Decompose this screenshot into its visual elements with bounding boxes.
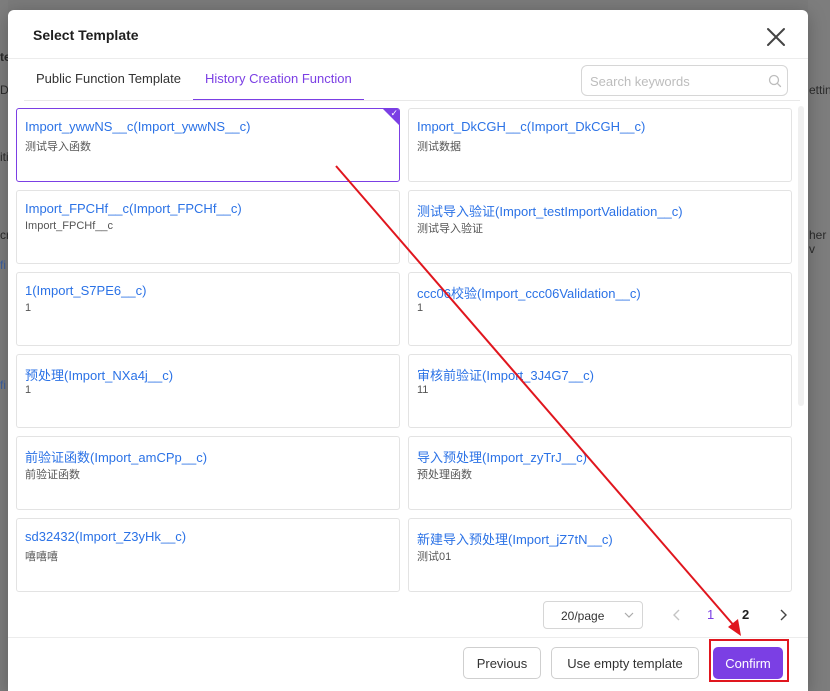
template-card-name: sd32432(Import_Z3yHk__c) <box>25 529 187 544</box>
template-card-desc: 11 <box>417 384 429 396</box>
template-card-desc: Import_FPCHf__c <box>25 220 114 232</box>
template-card-name: 预处理(Import_NXa4j__c) <box>25 368 174 383</box>
template-card-desc: 前验证函数 <box>25 469 80 481</box>
template-card-desc: 预处理函数 <box>417 469 472 481</box>
template-card-name: Import_ywwNS__c(Import_ywwNS__c) <box>25 119 251 134</box>
template-card-desc: 测试数据 <box>417 141 461 153</box>
template-card-name: 新建导入预处理(Import_jZ7tN__c) <box>417 532 613 547</box>
template-card[interactable]: 前验证函数(Import_amCPp__c) 前验证函数 <box>16 436 400 510</box>
template-card-name: 导入预处理(Import_zyTrJ__c) <box>417 450 587 465</box>
page-number-2[interactable]: 2 <box>742 607 749 622</box>
template-card-desc: 1 <box>25 384 32 396</box>
page-size-value: 20/page <box>561 609 605 623</box>
template-card-desc: 1 <box>417 302 424 314</box>
list-scrollbar[interactable] <box>798 106 804 406</box>
template-card-name: 测试导入验证(Import_testImportValidation__c) <box>417 204 683 219</box>
template-card[interactable]: 预处理(Import_NXa4j__c) 1 <box>16 354 400 428</box>
prev-page-button[interactable] <box>670 607 684 623</box>
tabs-divider <box>24 100 800 101</box>
template-card-name: Import_DkCGH__c(Import_DkCGH__c) <box>417 119 646 134</box>
background-fragment: her v <box>809 228 827 256</box>
template-card-name: Import_FPCHf__c(Import_FPCHf__c) <box>25 201 242 216</box>
close-icon <box>767 28 785 46</box>
template-card[interactable]: 导入预处理(Import_zyTrJ__c) 预处理函数 <box>408 436 792 510</box>
background-left-strip <box>0 0 8 691</box>
check-icon: ✓ <box>390 108 398 118</box>
dialog-title: Select Template <box>33 27 139 43</box>
template-card[interactable]: 1(Import_S7PE6__c) 1 <box>16 272 400 346</box>
template-tabs: Public Function Template History Creatio… <box>24 63 364 101</box>
template-card-desc: 嘻嘻嘻 <box>25 551 58 563</box>
background-fragment: fi <box>0 378 6 392</box>
chevron-down-icon <box>624 612 634 618</box>
next-page-button[interactable] <box>776 607 790 623</box>
use-empty-template-button[interactable]: Use empty template <box>551 647 699 679</box>
chevron-left-icon <box>673 609 680 621</box>
chevron-right-icon <box>780 609 787 621</box>
template-card-name: 前验证函数(Import_amCPp__c) <box>25 450 208 465</box>
template-card-desc: 测试导入验证 <box>417 223 483 235</box>
search-input[interactable] <box>590 71 760 91</box>
template-card[interactable]: sd32432(Import_Z3yHk__c) 嘻嘻嘻 <box>16 518 400 592</box>
page-size-select[interactable]: 20/page <box>543 601 643 629</box>
select-template-dialog: Select Template Public Function Template… <box>8 10 808 691</box>
template-card[interactable]: ccc06校验(Import_ccc06Validation__c) 1 <box>408 272 792 346</box>
template-card-desc: 测试导入函数 <box>25 141 91 153</box>
search-box <box>581 65 788 96</box>
search-icon <box>768 74 782 88</box>
template-card[interactable]: Import_FPCHf__c(Import_FPCHf__c) Import_… <box>16 190 400 264</box>
tab-public-function-template[interactable]: Public Function Template <box>24 63 193 101</box>
footer-divider <box>8 637 808 638</box>
template-card-name: ccc06校验(Import_ccc06Validation__c) <box>417 286 641 301</box>
tab-history-creation-function[interactable]: History Creation Function <box>193 63 364 101</box>
background-fragment: fi <box>0 258 6 272</box>
template-card[interactable]: 测试导入验证(Import_testImportValidation__c) 测… <box>408 190 792 264</box>
close-button[interactable] <box>764 25 788 49</box>
template-card[interactable]: Import_ywwNS__c(Import_ywwNS__c) 测试导入函数 … <box>16 108 400 182</box>
template-card-name: 1(Import_S7PE6__c) <box>25 283 147 298</box>
header-divider <box>8 58 808 59</box>
template-card-name: 审核前验证(Import_3J4G7__c) <box>417 368 594 383</box>
template-card[interactable]: Import_DkCGH__c(Import_DkCGH__c) 测试数据 <box>408 108 792 182</box>
background-right-strip <box>808 0 830 691</box>
template-card-desc: 测试01 <box>417 551 452 563</box>
background-fragment: ettin <box>809 83 830 97</box>
template-card[interactable]: 审核前验证(Import_3J4G7__c) 11 <box>408 354 792 428</box>
confirm-button[interactable]: Confirm <box>713 647 783 679</box>
previous-button[interactable]: Previous <box>463 647 541 679</box>
page-number-1[interactable]: 1 <box>707 607 714 622</box>
template-card[interactable]: 新建导入预处理(Import_jZ7tN__c) 测试01 <box>408 518 792 592</box>
template-card-desc: 1 <box>25 302 32 314</box>
